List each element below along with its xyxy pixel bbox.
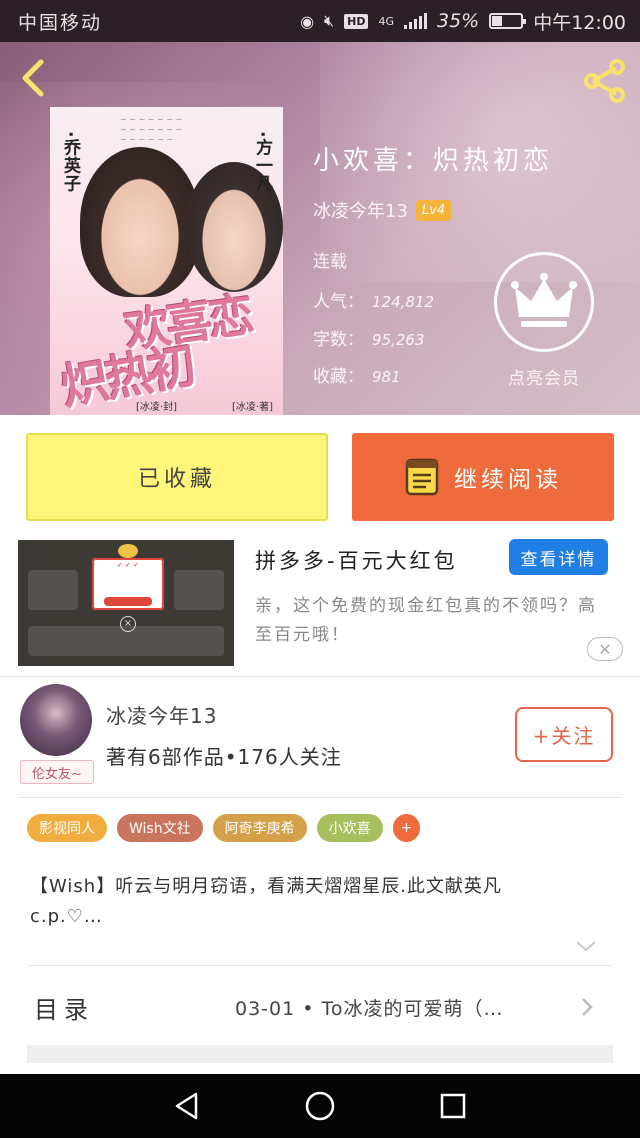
back-icon[interactable] xyxy=(14,56,54,100)
tag-film-fanfic[interactable]: 影视同人 xyxy=(27,814,107,842)
divider xyxy=(27,965,613,966)
word-count-stat: 字数： 95,263 xyxy=(313,330,425,350)
popularity-stat: 人气： 124,812 xyxy=(313,292,435,312)
status-icons: ◉ 🔇︎ HD 4G 35% 中午12:00 xyxy=(300,8,626,35)
author-name[interactable]: 冰凌今年13 xyxy=(106,700,217,729)
nav-back-icon[interactable] xyxy=(167,1086,207,1126)
cover-credit-left: [冰凌·封] xyxy=(136,402,177,413)
nav-home-icon[interactable] xyxy=(300,1086,340,1126)
favorited-button[interactable]: 已收藏 xyxy=(26,433,328,521)
ad-close-icon[interactable]: ✕ xyxy=(587,637,623,661)
toc-title[interactable]: 目录 xyxy=(34,990,94,1025)
system-nav-bar xyxy=(0,1074,640,1138)
favorites-stat: 收藏： 981 xyxy=(313,367,401,387)
cover-credit-right: [冰凌·著] xyxy=(232,402,273,413)
network-type: 4G xyxy=(378,14,394,28)
tag-ship[interactable]: 阿奇李庚希 xyxy=(212,814,307,842)
battery-icon xyxy=(489,13,527,29)
chevron-right-icon[interactable] xyxy=(578,996,596,1018)
book-header: ~ ~ ~ ~ ~ ~ ~ ~ ~ ~ ~ ~ ~ ~ ~ ~ ~ ~ ~ ~ ·乔… xyxy=(0,42,640,415)
tag-xiaohuanxi[interactable]: 小欢喜 xyxy=(316,814,383,842)
ad-title[interactable]: 拼多多-百元大红包 xyxy=(255,545,458,575)
divider xyxy=(18,797,622,798)
avatar[interactable] xyxy=(20,684,92,756)
nav-recents-icon[interactable] xyxy=(433,1086,473,1126)
hotspot-icon: ◉ xyxy=(300,11,315,31)
continue-reading-button[interactable]: 继续阅读 xyxy=(352,433,614,521)
synopsis[interactable]: 【Wish】听云与明月窃语，看满天熠熠星辰.此文献英凡c.p.♡… xyxy=(30,872,570,932)
battery-percent: 35% xyxy=(437,10,480,32)
chapter-list-preview xyxy=(27,1045,613,1063)
hd-badge: HD xyxy=(344,13,369,29)
cover-girl-illustration xyxy=(80,147,200,297)
share-icon[interactable] xyxy=(580,56,630,106)
latest-chapter[interactable]: 03-01 • To冰凌的可爱萌（… xyxy=(235,994,565,1021)
book-icon xyxy=(404,457,440,497)
divider xyxy=(0,676,640,677)
signal-icon xyxy=(404,13,427,29)
cover-name-left: ·乔英子 xyxy=(60,131,80,193)
author-row: 冰凌今年13 Lv4 xyxy=(313,197,452,223)
ad-detail-button[interactable]: 查看详情 xyxy=(509,539,608,575)
book-author[interactable]: 冰凌今年13 xyxy=(313,197,408,223)
cover-name-right: ·方一凡 xyxy=(252,131,272,193)
author-stats: 著有6部作品•176人关注 xyxy=(106,745,342,769)
ad-popup-graphic: ✓ ✓ ✓ xyxy=(92,558,164,610)
crown-icon[interactable] xyxy=(494,252,594,352)
chevron-down-icon[interactable] xyxy=(575,938,597,954)
book-cover[interactable]: ~ ~ ~ ~ ~ ~ ~ ~ ~ ~ ~ ~ ~ ~ ~ ~ ~ ~ ~ ~ ·乔… xyxy=(50,107,283,415)
carrier-label: 中国移动 xyxy=(18,11,103,34)
ad-description[interactable]: 亲，这个免费的现金红包真的不领吗？高至百元哦！ xyxy=(255,592,600,650)
tag-list: 影视同人 Wish文社 阿奇李庚希 小欢喜 + xyxy=(27,814,421,842)
avatar-tag: 伦女友~ xyxy=(20,760,94,784)
book-title: 小欢喜：炽热初恋 xyxy=(313,146,554,176)
follow-button[interactable]: +关注 xyxy=(515,707,613,762)
level-badge: Lv4 xyxy=(415,199,452,221)
ad-image[interactable]: ✓ ✓ ✓ × xyxy=(18,540,234,666)
continue-reading-label: 继续阅读 xyxy=(454,467,562,493)
vip-label[interactable]: 点亮会员 xyxy=(494,364,594,389)
add-tag-button[interactable]: + xyxy=(392,814,421,842)
tag-wish-club[interactable]: Wish文社 xyxy=(117,814,203,842)
status-bar: 中国移动 ◉ 🔇︎ HD 4G 35% 中午12:00 xyxy=(0,0,640,42)
mute-icon: 🔇︎ xyxy=(324,11,335,30)
clock: 中午12:00 xyxy=(533,11,626,34)
serial-status: 连载 xyxy=(313,252,347,272)
